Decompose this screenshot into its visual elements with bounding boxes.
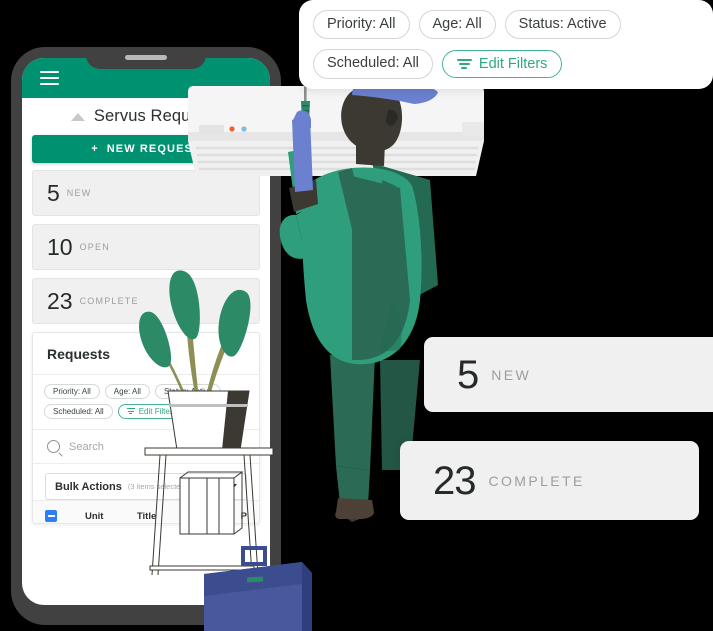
phone-speaker (125, 55, 167, 60)
stat-card-list: 5 NEW 10 OPEN 23 COMPLETE (22, 163, 270, 324)
filter-chip-row-2: Scheduled: All Edit Filters (313, 49, 699, 79)
table-header-row: Unit Title P (33, 500, 259, 523)
stat-value: 5 (457, 352, 479, 397)
triangle-up-icon (70, 112, 85, 121)
search-input[interactable]: Search (33, 430, 259, 464)
select-all-checkbox[interactable] (45, 510, 57, 522)
column-header-priority[interactable]: P (241, 511, 247, 522)
floating-stat-card-new[interactable]: 5 NEW (424, 337, 713, 412)
hamburger-menu-icon[interactable] (40, 71, 59, 85)
filter-card: Priority: All Age: All Status: Active Sc… (299, 0, 713, 89)
column-header-title[interactable]: Title (137, 511, 241, 522)
stat-label: COMPLETE (488, 472, 585, 489)
chip-priority[interactable]: Priority: All (313, 10, 410, 40)
stat-value: 10 (47, 233, 73, 260)
new-request-label: NEW REQUEST (106, 143, 201, 155)
filter-chip-row-1: Priority: All Age: All Status: Active (313, 10, 699, 40)
bulk-actions-hint: (3 items selected) (127, 482, 188, 491)
bulk-actions-row: Bulk Actions (3 items selected) (33, 464, 259, 500)
edit-filters-label: Edit Filters (478, 56, 548, 73)
filter-icon (456, 58, 472, 70)
chip-scheduled[interactable]: Scheduled: All (313, 49, 433, 79)
filter-icon (126, 408, 135, 415)
floating-stat-card-complete[interactable]: 23 COMPLETE (400, 441, 699, 520)
bulk-actions-label: Bulk Actions (55, 480, 122, 493)
column-header-unit[interactable]: Unit (85, 511, 137, 522)
chip-status[interactable]: Status: Active (504, 10, 621, 40)
chevron-down-icon (229, 484, 237, 489)
bulk-actions-select[interactable]: Bulk Actions (3 items selected) (45, 473, 247, 500)
chip-priority[interactable]: Priority: All (44, 384, 100, 399)
plus-icon: + (91, 142, 99, 155)
stat-label: OPEN (79, 242, 110, 252)
stat-value: 23 (433, 458, 476, 503)
stat-value: 23 (47, 287, 73, 314)
app-title-bar: Servus Requests (22, 98, 270, 135)
stat-card-new[interactable]: 5 NEW (32, 170, 260, 216)
chip-age[interactable]: Age: All (418, 10, 496, 40)
stat-label: COMPLETE (79, 296, 139, 306)
new-request-button[interactable]: + NEW REQUEST (32, 135, 260, 163)
edit-filters-button[interactable]: Edit Filters (441, 50, 563, 79)
screenshot-stage: Servus Requests + NEW REQUEST 5 NEW 10 O… (0, 0, 713, 631)
stat-label: NEW (66, 188, 92, 198)
phone-screen: Servus Requests + NEW REQUEST 5 NEW 10 O… (22, 58, 270, 605)
chip-age[interactable]: Age: All (104, 384, 150, 399)
stat-card-open[interactable]: 10 OPEN (32, 224, 260, 270)
requests-panel-heading: Requests (33, 333, 259, 375)
stat-label: NEW (491, 366, 532, 383)
chip-status[interactable]: Status: Active (154, 384, 222, 399)
chip-scheduled[interactable]: Scheduled: All (44, 404, 113, 419)
requests-filter-bar: Priority: All Age: All Status: Active Sc… (33, 375, 259, 430)
search-icon (47, 440, 60, 453)
requests-panel: Requests Priority: All Age: All Status: … (32, 332, 260, 524)
edit-filters-button[interactable]: Edit Filters (117, 404, 186, 419)
phone-mockup: Servus Requests + NEW REQUEST 5 NEW 10 O… (11, 47, 281, 625)
edit-filters-label: Edit Filters (138, 407, 177, 416)
stat-card-complete[interactable]: 23 COMPLETE (32, 278, 260, 324)
search-placeholder: Search (69, 440, 104, 453)
stat-value: 5 (47, 179, 60, 206)
page-title: Servus Requests (93, 107, 222, 125)
